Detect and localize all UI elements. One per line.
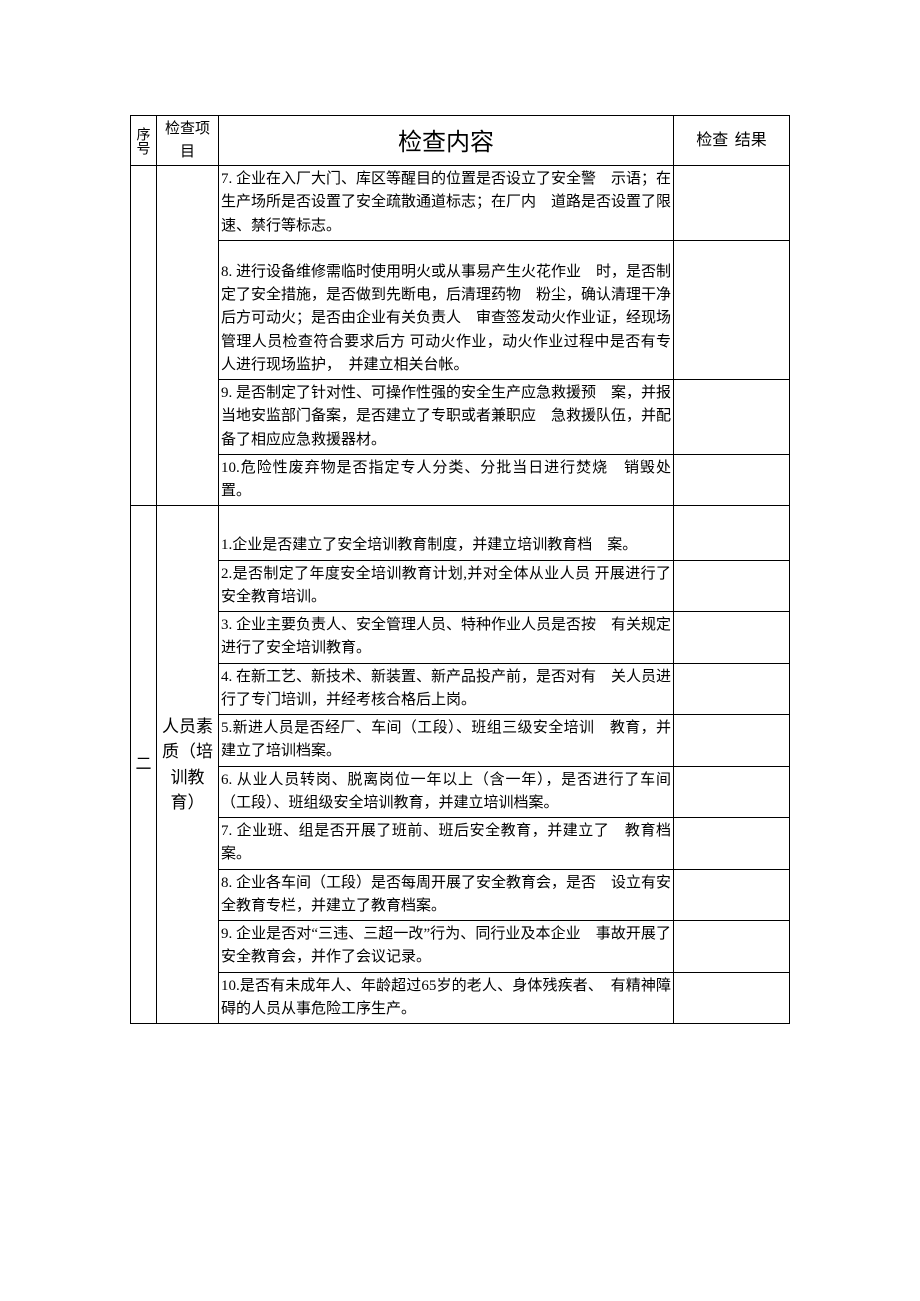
header-seq: 序号 [131, 116, 157, 166]
content-cell: 10.是否有未成年人、年龄超过65岁的老人、身体残疾者、 有精神障碍的人员从事危… [219, 972, 674, 1024]
content-cell: 2.是否制定了年度安全培训教育计划,并对全体从业人员 开展进行了安全教育培训。 [219, 560, 674, 612]
header-result: 检查 结果 [674, 116, 790, 166]
table-row: 5.新进人员是否经厂、车间（工段）、班组三级安全培训 教育，并建立了培训档案。 [131, 715, 790, 767]
seq-cell-blank [131, 166, 157, 506]
content-cell: 8. 进行设备维修需临时使用明火或从事易产生火花作业 时，是否制定了安全措施，是… [219, 240, 674, 379]
result-cell [674, 380, 790, 455]
result-cell [674, 240, 790, 379]
result-cell [674, 972, 790, 1024]
table-row: 9. 企业是否对“三违、三超一改”行为、同行业及本企业 事故开展了安全教育会，并… [131, 921, 790, 973]
table-row: 4. 在新工艺、新技术、新装置、新产品投产前，是否对有 关人员进行了专门培训，并… [131, 663, 790, 715]
result-cell [674, 454, 790, 506]
table-row: 6. 从业人员转岗、脱离岗位一年以上（含一年），是否进行了车间（工段）、班组级安… [131, 766, 790, 818]
content-cell: 7. 企业班、组是否开展了班前、班后安全教育，并建立了 教育档案。 [219, 818, 674, 870]
result-cell [674, 921, 790, 973]
table-row: 7. 企业班、组是否开展了班前、班后安全教育，并建立了 教育档案。 [131, 818, 790, 870]
content-cell: 8. 企业各车间（工段）是否每周开展了安全教育会，是否 设立有安全教育专栏，并建… [219, 869, 674, 921]
result-cell [674, 560, 790, 612]
content-cell: 1.企业是否建立了安全培训教育制度，并建立培训教育档 案。 [219, 506, 674, 560]
header-content: 检查内容 [219, 116, 674, 166]
item-cell-blank [157, 166, 219, 506]
result-cell [674, 715, 790, 767]
content-cell: 3. 企业主要负责人、安全管理人员、特种作业人员是否按 有关规定进行了安全培训教… [219, 612, 674, 664]
inspection-table: 序号 检查项目 检查内容 检查 结果 7. 企业在入厂大门、库区等醒目的位置是否… [130, 115, 790, 1024]
result-cell [674, 663, 790, 715]
content-cell: 6. 从业人员转岗、脱离岗位一年以上（含一年），是否进行了车间（工段）、班组级安… [219, 766, 674, 818]
table-row: 2.是否制定了年度安全培训教育计划,并对全体从业人员 开展进行了安全教育培训。 [131, 560, 790, 612]
table-row: 3. 企业主要负责人、安全管理人员、特种作业人员是否按 有关规定进行了安全培训教… [131, 612, 790, 664]
table-row: 二 人员素质（培训教育） 1.企业是否建立了安全培训教育制度，并建立培训教育档 … [131, 506, 790, 560]
content-cell: 7. 企业在入厂大门、库区等醒目的位置是否设立了安全警 示语；在生产场所是否设置… [219, 166, 674, 241]
item-cell: 人员素质（培训教育） [157, 506, 219, 1024]
table-row: 8. 进行设备维修需临时使用明火或从事易产生火花作业 时，是否制定了安全措施，是… [131, 240, 790, 379]
seq-cell: 二 [131, 506, 157, 1024]
result-cell [674, 166, 790, 241]
table-row: 8. 企业各车间（工段）是否每周开展了安全教育会，是否 设立有安全教育专栏，并建… [131, 869, 790, 921]
content-cell: 4. 在新工艺、新技术、新装置、新产品投产前，是否对有 关人员进行了专门培训，并… [219, 663, 674, 715]
result-cell [674, 818, 790, 870]
content-cell: 9. 是否制定了针对性、可操作性强的安全生产应急救援预 案，并报当地安监部门备案… [219, 380, 674, 455]
result-cell [674, 612, 790, 664]
table-header-row: 序号 检查项目 检查内容 检查 结果 [131, 116, 790, 166]
result-cell [674, 869, 790, 921]
content-cell: 9. 企业是否对“三违、三超一改”行为、同行业及本企业 事故开展了安全教育会，并… [219, 921, 674, 973]
header-item: 检查项目 [157, 116, 219, 166]
table-row: 10.危险性废弃物是否指定专人分类、分批当日进行焚烧 销毁处置。 [131, 454, 790, 506]
content-cell: 10.危险性废弃物是否指定专人分类、分批当日进行焚烧 销毁处置。 [219, 454, 674, 506]
content-cell: 5.新进人员是否经厂、车间（工段）、班组三级安全培训 教育，并建立了培训档案。 [219, 715, 674, 767]
result-cell [674, 506, 790, 560]
result-cell [674, 766, 790, 818]
table-row: 9. 是否制定了针对性、可操作性强的安全生产应急救援预 案，并报当地安监部门备案… [131, 380, 790, 455]
table-row: 10.是否有未成年人、年龄超过65岁的老人、身体残疾者、 有精神障碍的人员从事危… [131, 972, 790, 1024]
table-row: 7. 企业在入厂大门、库区等醒目的位置是否设立了安全警 示语；在生产场所是否设置… [131, 166, 790, 241]
